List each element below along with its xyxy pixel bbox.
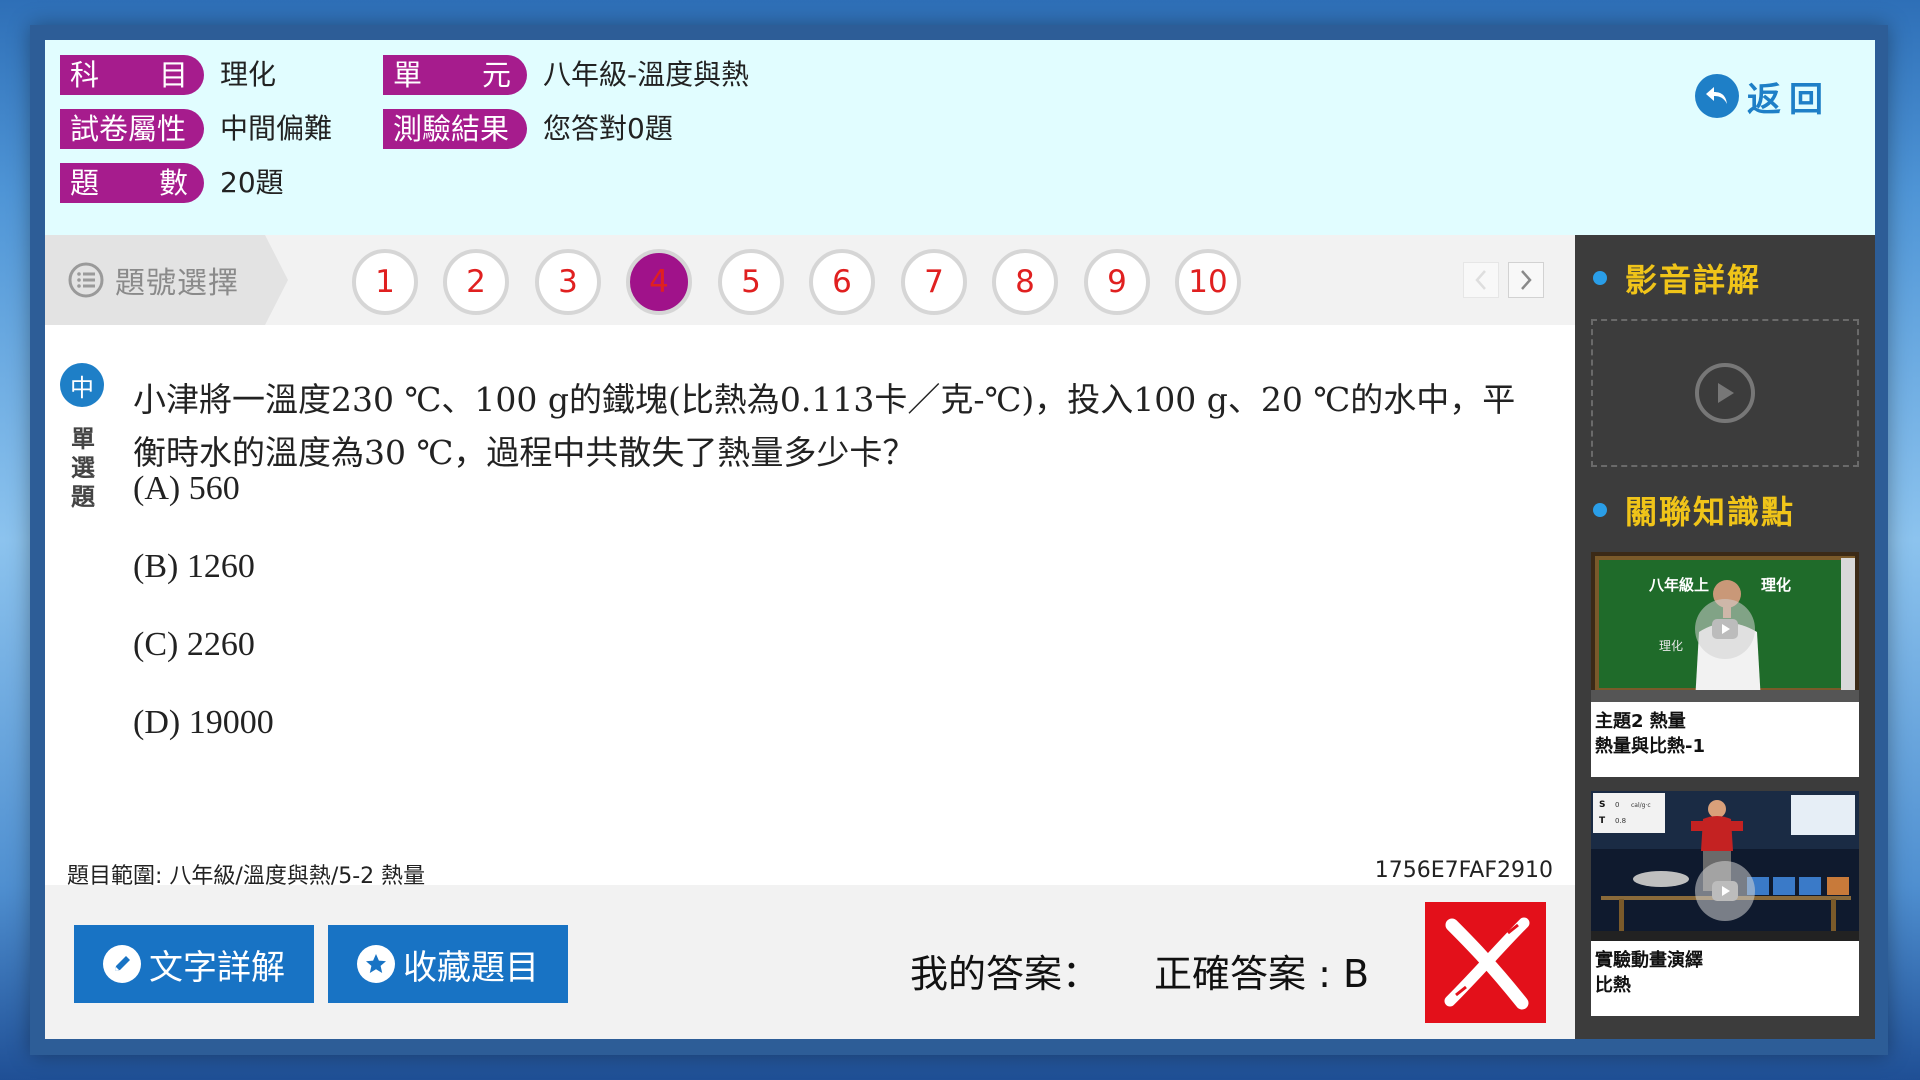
video-explanation-title: 影音詳解 [1625, 261, 1762, 299]
board-text-subject: 理化 [1761, 576, 1791, 594]
question-code: 1756E7FAF2910 [1374, 858, 1553, 883]
question-number-10[interactable]: 10 [1175, 249, 1241, 315]
question-text-line-1: 小津將一溫度230 ℃、100 g的鐵塊(比熱為0.113卡／克-℃)，投入10… [133, 380, 1516, 419]
question-count-label: 題數 [60, 163, 204, 203]
question-nav-bar: 題號選擇 1 2 3 4 5 6 7 8 9 10 [45, 235, 1575, 325]
video-thumbnail-2: S T 0 0.8 cal/g·c [1591, 791, 1859, 941]
video-explanation-player[interactable] [1591, 319, 1859, 467]
question-number-3[interactable]: 3 [535, 249, 601, 315]
question-select-label: 題號選擇 [115, 266, 239, 301]
option-a[interactable]: (A) 560 [133, 470, 240, 508]
question-text: 小津將一溫度230 ℃、100 g的鐵塊(比熱為0.113卡／克-℃)，投入10… [133, 373, 1553, 479]
my-answer-label: 我的答案： [910, 952, 1101, 996]
question-count-value: 20題 [220, 166, 284, 199]
question-area: 中 單選題 小津將一溫度230 ℃、100 g的鐵塊(比熱為0.113卡／克-℃… [45, 325, 1575, 889]
bullet-dot-icon [1593, 271, 1607, 285]
cross-icon [1444, 917, 1529, 1009]
label-char: 數 [158, 166, 188, 200]
label-char: 單 [393, 58, 423, 92]
label-char: 目 [158, 58, 188, 92]
list-icon [68, 262, 104, 298]
play-icon [1695, 861, 1755, 921]
question-number-9[interactable]: 9 [1084, 249, 1150, 315]
panel-label-s: S [1599, 800, 1605, 810]
back-arrow-icon [1695, 74, 1739, 118]
wrong-answer-mark [1425, 902, 1546, 1023]
unit-value: 八年級-溫度與熱 [543, 58, 750, 91]
question-number-7[interactable]: 7 [901, 249, 967, 315]
option-c[interactable]: (C) 2260 [133, 626, 255, 664]
bullet-dot-icon [1593, 503, 1607, 517]
difficulty-badge: 中 [60, 363, 104, 407]
correct-answer-label: 正確答案 : B [1154, 952, 1370, 996]
panel-unit: cal/g·c [1631, 802, 1651, 809]
panel-value-2: 0.8 [1615, 817, 1626, 825]
unit-label: 單元 [383, 55, 527, 95]
chevron-right-icon [1521, 270, 1532, 290]
play-icon [1695, 599, 1755, 659]
question-number-select[interactable]: 題號選擇 [45, 235, 288, 325]
answer-footer: 文字詳解 收藏題目 我的答案： 正確答案 : B [45, 885, 1575, 1039]
question-number-4[interactable]: 4 [626, 249, 692, 315]
related-video-card-2[interactable]: S T 0 0.8 cal/g·c 實驗動畫演繹 比熱 [1591, 791, 1859, 1016]
video-thumbnail-1: 八年級上 理化 理化 [1591, 552, 1859, 702]
label-char: 題 [70, 166, 100, 200]
text-explanation-label: 文字詳解 [149, 947, 285, 988]
subject-label: 科目 [60, 55, 204, 95]
label-char: 科 [70, 58, 100, 92]
chevron-left-icon [1475, 270, 1486, 290]
play-icon [1695, 363, 1755, 423]
media-sidebar: 影音詳解 關聯知識點 八年級上 理化 理化 主題2 熱量 熱量與比熱-1 S T… [1575, 235, 1875, 1039]
test-result-label: 測驗結果 [383, 109, 527, 149]
option-d[interactable]: (D) 19000 [133, 704, 274, 742]
board-text-grade: 八年級上 [1648, 576, 1709, 594]
board-text-sub: 理化 [1659, 639, 1683, 653]
paper-attribute-value: 中間偏難 [220, 112, 333, 145]
panel-value-1: 0 [1615, 801, 1619, 809]
related-video-title-2: 實驗動畫演繹 [1595, 950, 1703, 971]
quiz-info-header: 科目 理化 試卷屬性 中間偏難 題數 20題 單元 八年級-溫度與熱 測驗結果 … [45, 40, 1875, 235]
related-knowledge-heading: 關聯知識點 [1593, 487, 1795, 533]
favorite-question-button[interactable]: 收藏題目 [328, 925, 568, 1003]
related-knowledge-title: 關聯知識點 [1625, 493, 1796, 531]
related-video-subtitle-1: 熱量與比熱-1 [1595, 736, 1705, 757]
panel-label-t: T [1599, 816, 1606, 826]
back-button[interactable]: 返回 [1695, 72, 1831, 120]
text-explanation-button[interactable]: 文字詳解 [74, 925, 314, 1003]
question-number-5[interactable]: 5 [718, 249, 784, 315]
question-type-label: 單選題 [71, 425, 95, 511]
prev-page-button[interactable] [1463, 262, 1499, 298]
star-icon [357, 945, 395, 983]
subject-value: 理化 [220, 58, 277, 91]
question-number-8[interactable]: 8 [992, 249, 1058, 315]
related-video-card-1[interactable]: 八年級上 理化 理化 主題2 熱量 熱量與比熱-1 [1591, 552, 1859, 777]
related-video-title-1: 主題2 熱量 [1595, 711, 1686, 732]
question-number-1[interactable]: 1 [352, 249, 418, 315]
video-explanation-heading: 影音詳解 [1593, 255, 1761, 301]
test-result-value: 您答對0題 [543, 112, 673, 145]
question-number-6[interactable]: 6 [809, 249, 875, 315]
question-number-2[interactable]: 2 [443, 249, 509, 315]
option-b[interactable]: (B) 1260 [133, 548, 255, 586]
paper-attribute-label: 試卷屬性 [60, 109, 204, 149]
pencil-icon [103, 945, 141, 983]
label-char: 元 [481, 58, 511, 92]
back-label: 返回 [1747, 79, 1831, 120]
question-text-line-2: 衡時水的溫度為30 ℃，過程中共散失了熱量多少卡？ [133, 433, 916, 472]
related-video-subtitle-2: 比熱 [1595, 975, 1631, 996]
favorite-question-label: 收藏題目 [403, 947, 539, 988]
next-page-button[interactable] [1508, 262, 1544, 298]
quiz-window: 科目 理化 試卷屬性 中間偏難 題數 20題 單元 八年級-溫度與熱 測驗結果 … [45, 40, 1875, 1039]
